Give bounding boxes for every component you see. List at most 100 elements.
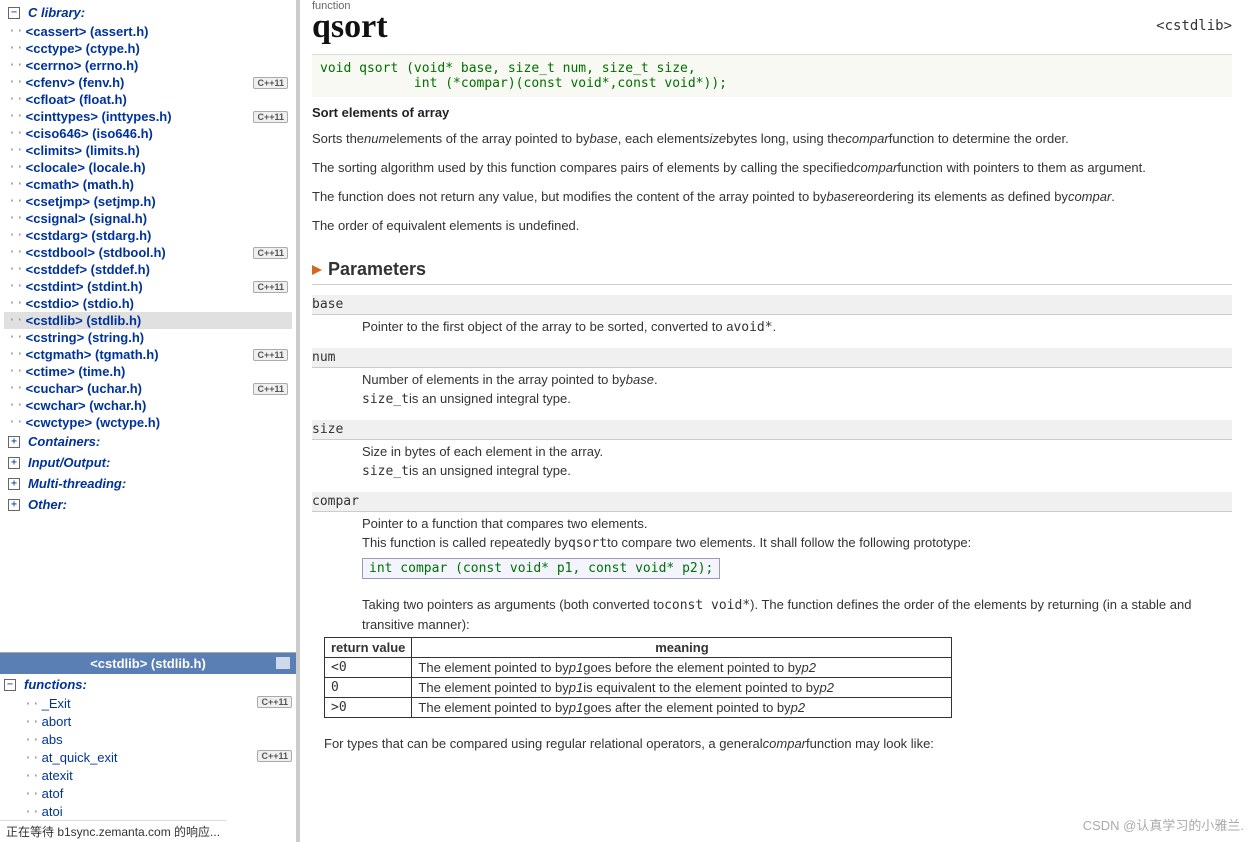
- section-header[interactable]: +Multi-threading:: [4, 473, 292, 494]
- param-compar-desc: Pointer to a function that compares two …: [362, 514, 1232, 554]
- description-4: The order of equivalent elements is unde…: [312, 217, 1232, 236]
- nav-link[interactable]: <ctime> (time.h): [26, 364, 126, 379]
- sidebar-item[interactable]: ··<ciso646> (iso646.h): [4, 125, 292, 142]
- sidebar-item[interactable]: ··<cstdio> (stdio.h): [4, 295, 292, 312]
- nav-link[interactable]: <climits> (limits.h): [26, 143, 140, 158]
- closing-para: For types that can be compared using reg…: [324, 734, 1232, 754]
- collapse-icon[interactable]: −: [8, 7, 20, 19]
- function-item[interactable]: ··abs: [0, 731, 296, 749]
- cpp11-badge: C++11: [257, 750, 292, 762]
- function-item[interactable]: ··abort: [0, 713, 296, 731]
- nav-link[interactable]: <cstdbool> (stdbool.h): [26, 245, 166, 260]
- nav-link[interactable]: <cstdarg> (stdarg.h): [26, 228, 152, 243]
- category-header[interactable]: − C library:: [4, 2, 292, 23]
- section-header[interactable]: +Other:: [4, 494, 292, 515]
- nav-link[interactable]: <ctgmath> (tgmath.h): [26, 347, 159, 362]
- sidebar-detail: <cstdlib> (stdlib.h) − functions: ··_Exi…: [0, 652, 296, 842]
- detail-title: <cstdlib> (stdlib.h): [90, 656, 206, 671]
- nav-link[interactable]: <cctype> (ctype.h): [26, 41, 140, 56]
- header-tag[interactable]: <cstdlib>: [1156, 18, 1232, 34]
- nav-link[interactable]: <csignal> (signal.h): [26, 211, 147, 226]
- expand-icon[interactable]: +: [8, 478, 20, 490]
- nav-link[interactable]: <cwctype> (wctype.h): [26, 415, 160, 430]
- th-meaning: meaning: [412, 637, 952, 657]
- sidebar-item[interactable]: ··<cwctype> (wctype.h): [4, 414, 292, 431]
- expand-icon[interactable]: +: [8, 436, 20, 448]
- nav-link[interactable]: <cwchar> (wchar.h): [26, 398, 147, 413]
- sidebar: − C library: ··<cassert> (assert.h)··<cc…: [0, 0, 300, 842]
- nav-link[interactable]: <cfloat> (float.h): [26, 92, 127, 107]
- sidebar-item[interactable]: ··<csetjmp> (setjmp.h): [4, 193, 292, 210]
- table-row: 0The element pointed to byp1is equivalen…: [325, 677, 952, 697]
- sidebar-item[interactable]: ··<cwchar> (wchar.h): [4, 397, 292, 414]
- expand-icon[interactable]: +: [8, 499, 20, 511]
- description-3: The function does not return any value, …: [312, 188, 1232, 207]
- functions-header[interactable]: − functions:: [0, 674, 296, 695]
- cpp11-badge: C++11: [253, 111, 288, 123]
- window-icon[interactable]: [276, 657, 290, 669]
- nav-link[interactable]: <ciso646> (iso646.h): [26, 126, 153, 141]
- sidebar-item[interactable]: ··<ctgmath> (tgmath.h)C++11: [4, 346, 292, 363]
- status-bar: 正在等待 b1sync.zemanta.com 的响应...: [0, 820, 226, 842]
- sidebar-item[interactable]: ··<cfloat> (float.h): [4, 91, 292, 108]
- function-item[interactable]: ··atof: [0, 785, 296, 803]
- category-label: C library:: [24, 3, 89, 22]
- cpp11-badge: C++11: [257, 696, 292, 708]
- param-num-desc: Number of elements in the array pointed …: [362, 370, 1232, 410]
- function-item[interactable]: ··_ExitC++11: [0, 695, 296, 713]
- page-title: qsort: [312, 8, 1232, 46]
- nav-link[interactable]: <cstdint> (stdint.h): [26, 279, 143, 294]
- sidebar-item[interactable]: ··<cerrno> (errno.h): [4, 57, 292, 74]
- sidebar-item[interactable]: ··<cuchar> (uchar.h)C++11: [4, 380, 292, 397]
- param-num: num: [312, 348, 1232, 368]
- sidebar-item[interactable]: ··<cstdint> (stdint.h)C++11: [4, 278, 292, 295]
- nav-link[interactable]: <cinttypes> (inttypes.h): [26, 109, 172, 124]
- param-base: base: [312, 295, 1232, 315]
- function-item[interactable]: ··at_quick_exitC++11: [0, 749, 296, 767]
- sidebar-item[interactable]: ··<cstdbool> (stdbool.h)C++11: [4, 244, 292, 261]
- sidebar-item[interactable]: ··<climits> (limits.h): [4, 142, 292, 159]
- parameters-heading: Parameters: [312, 259, 1232, 285]
- sidebar-item[interactable]: ··<cfenv> (fenv.h)C++11: [4, 74, 292, 91]
- nav-link[interactable]: <cstring> (string.h): [26, 330, 144, 345]
- nav-link[interactable]: <cerrno> (errno.h): [26, 58, 139, 73]
- sidebar-item[interactable]: ··<ctime> (time.h): [4, 363, 292, 380]
- sidebar-item[interactable]: ··<cmath> (math.h): [4, 176, 292, 193]
- collapse-icon[interactable]: −: [4, 679, 16, 691]
- triangle-icon: [312, 265, 322, 275]
- sidebar-item[interactable]: ··<cstddef> (stddef.h): [4, 261, 292, 278]
- function-item[interactable]: ··atexit: [0, 767, 296, 785]
- nav-link[interactable]: <csetjmp> (setjmp.h): [26, 194, 156, 209]
- sidebar-item[interactable]: ··<cstring> (string.h): [4, 329, 292, 346]
- sidebar-item[interactable]: ··<cinttypes> (inttypes.h)C++11: [4, 108, 292, 125]
- nav-link[interactable]: <cfenv> (fenv.h): [26, 75, 125, 90]
- nav-link[interactable]: <cmath> (math.h): [26, 177, 134, 192]
- detail-header: <cstdlib> (stdlib.h): [0, 653, 296, 674]
- expand-icon[interactable]: +: [8, 457, 20, 469]
- cpp11-badge: C++11: [253, 281, 288, 293]
- subtitle: Sort elements of array: [312, 105, 1232, 120]
- sidebar-item[interactable]: ··<clocale> (locale.h): [4, 159, 292, 176]
- nav-link[interactable]: <clocale> (locale.h): [26, 160, 146, 175]
- nav-link[interactable]: <cstdlib> (stdlib.h): [26, 313, 142, 328]
- th-return: return value: [325, 637, 412, 657]
- sidebar-item[interactable]: ··<cstdlib> (stdlib.h): [4, 312, 292, 329]
- sidebar-item[interactable]: ··<csignal> (signal.h): [4, 210, 292, 227]
- sidebar-item[interactable]: ··<cstdarg> (stdarg.h): [4, 227, 292, 244]
- nav-link[interactable]: <cstddef> (stddef.h): [26, 262, 150, 277]
- sidebar-item[interactable]: ··<cctype> (ctype.h): [4, 40, 292, 57]
- cpp11-badge: C++11: [253, 247, 288, 259]
- sidebar-tree[interactable]: − C library: ··<cassert> (assert.h)··<cc…: [0, 0, 296, 652]
- section-header[interactable]: +Containers:: [4, 431, 292, 452]
- nav-link[interactable]: <cassert> (assert.h): [26, 24, 149, 39]
- param-size-desc: Size in bytes of each element in the arr…: [362, 442, 1232, 482]
- compar-explain: Taking two pointers as arguments (both c…: [362, 595, 1232, 635]
- nav-link[interactable]: <cstdio> (stdio.h): [26, 296, 134, 311]
- section-header[interactable]: +Input/Output:: [4, 452, 292, 473]
- function-item[interactable]: ··atoi: [0, 803, 296, 821]
- nav-link[interactable]: <cuchar> (uchar.h): [26, 381, 142, 396]
- sidebar-item[interactable]: ··<cassert> (assert.h): [4, 23, 292, 40]
- param-base-desc: Pointer to the first object of the array…: [362, 317, 1232, 338]
- cpp11-badge: C++11: [253, 77, 288, 89]
- table-row: >0The element pointed to byp1goes after …: [325, 697, 952, 717]
